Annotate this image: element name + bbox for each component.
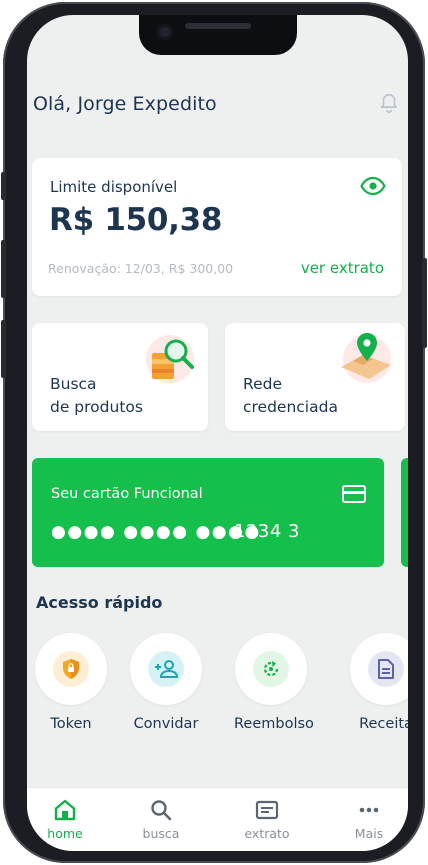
functional-card[interactable]: Seu cartão Funcional ●●●● ●●●● ●●●● 1234… bbox=[32, 458, 384, 567]
more-icon bbox=[359, 807, 379, 813]
quick-item-label: Convidar bbox=[133, 716, 199, 732]
volume-down-button bbox=[1, 320, 6, 378]
quick-item-token[interactable]: Token bbox=[34, 633, 108, 732]
search-products-tile[interactable]: Busca de produtos bbox=[32, 323, 208, 431]
volume-up-button bbox=[1, 240, 6, 298]
document-icon bbox=[378, 659, 394, 679]
search-icon bbox=[151, 800, 172, 821]
power-button bbox=[422, 258, 427, 348]
eye-icon[interactable] bbox=[360, 176, 386, 196]
quick-item-circle bbox=[130, 633, 202, 705]
tab-label: Mais bbox=[354, 826, 384, 841]
limit-label: Limite disponível bbox=[50, 178, 178, 196]
phone-frame: Olá, Jorge Expedito Limite disponível R$… bbox=[1, 2, 427, 863]
card-masked-digits: ●●●● ●●●● ●●●● bbox=[51, 522, 261, 542]
card-number: 1234 3 bbox=[234, 521, 300, 542]
quick-item-circle bbox=[235, 633, 307, 705]
view-statement-link[interactable]: ver extrato bbox=[301, 259, 384, 277]
limit-value: R$ 150,38 bbox=[49, 202, 223, 238]
tab-more[interactable]: Mais bbox=[331, 788, 407, 851]
quick-access-title: Acesso rápido bbox=[36, 593, 163, 612]
tab-search[interactable]: busca bbox=[123, 788, 199, 851]
limit-card: Limite disponível R$ 150,38 Renovação: 1… bbox=[32, 158, 402, 296]
tab-statement[interactable]: extrato bbox=[229, 788, 305, 851]
card-title: Seu cartão Funcional bbox=[51, 486, 203, 502]
greeting-title: Olá, Jorge Expedito bbox=[33, 93, 217, 115]
home-icon bbox=[54, 799, 76, 821]
credit-card-icon bbox=[342, 485, 366, 503]
tab-label: busca bbox=[142, 826, 180, 841]
accredited-network-tile[interactable]: Rede credenciada bbox=[225, 323, 405, 431]
shield-icon bbox=[63, 659, 79, 679]
search-products-label: Busca de produtos bbox=[50, 375, 143, 416]
mute-switch bbox=[1, 172, 6, 200]
refund-icon bbox=[263, 661, 279, 677]
quick-item-refund[interactable]: Reembolso bbox=[234, 633, 314, 732]
accredited-network-label: Rede credenciada bbox=[243, 375, 338, 416]
next-card-peek[interactable] bbox=[401, 458, 408, 567]
notch bbox=[139, 15, 297, 55]
front-camera bbox=[157, 24, 173, 40]
quick-item-label: Receita bbox=[359, 716, 408, 732]
tab-label: home bbox=[47, 826, 83, 841]
map-pin-icon bbox=[341, 333, 391, 383]
quick-item-prescription[interactable]: Receita bbox=[349, 633, 408, 732]
quick-item-circle bbox=[350, 633, 408, 705]
search-products-icon bbox=[146, 335, 194, 383]
quick-item-invite[interactable]: Convidar bbox=[129, 633, 203, 732]
add-user-icon bbox=[155, 660, 179, 678]
tab-home[interactable]: home bbox=[27, 788, 103, 851]
bottom-tab-bar: home busca extrato Mais bbox=[27, 787, 408, 851]
tab-label: extrato bbox=[244, 826, 290, 841]
quick-item-circle bbox=[35, 633, 107, 705]
receipt-icon bbox=[255, 800, 279, 820]
bell-icon[interactable] bbox=[378, 91, 400, 115]
quick-item-label: Token bbox=[50, 716, 92, 732]
earpiece-speaker bbox=[185, 23, 251, 29]
app-screen: Olá, Jorge Expedito Limite disponível R$… bbox=[27, 15, 408, 851]
quick-item-label: Reembolso bbox=[234, 716, 314, 732]
renewal-info: Renovação: 12/03, R$ 300,00 bbox=[48, 261, 234, 276]
